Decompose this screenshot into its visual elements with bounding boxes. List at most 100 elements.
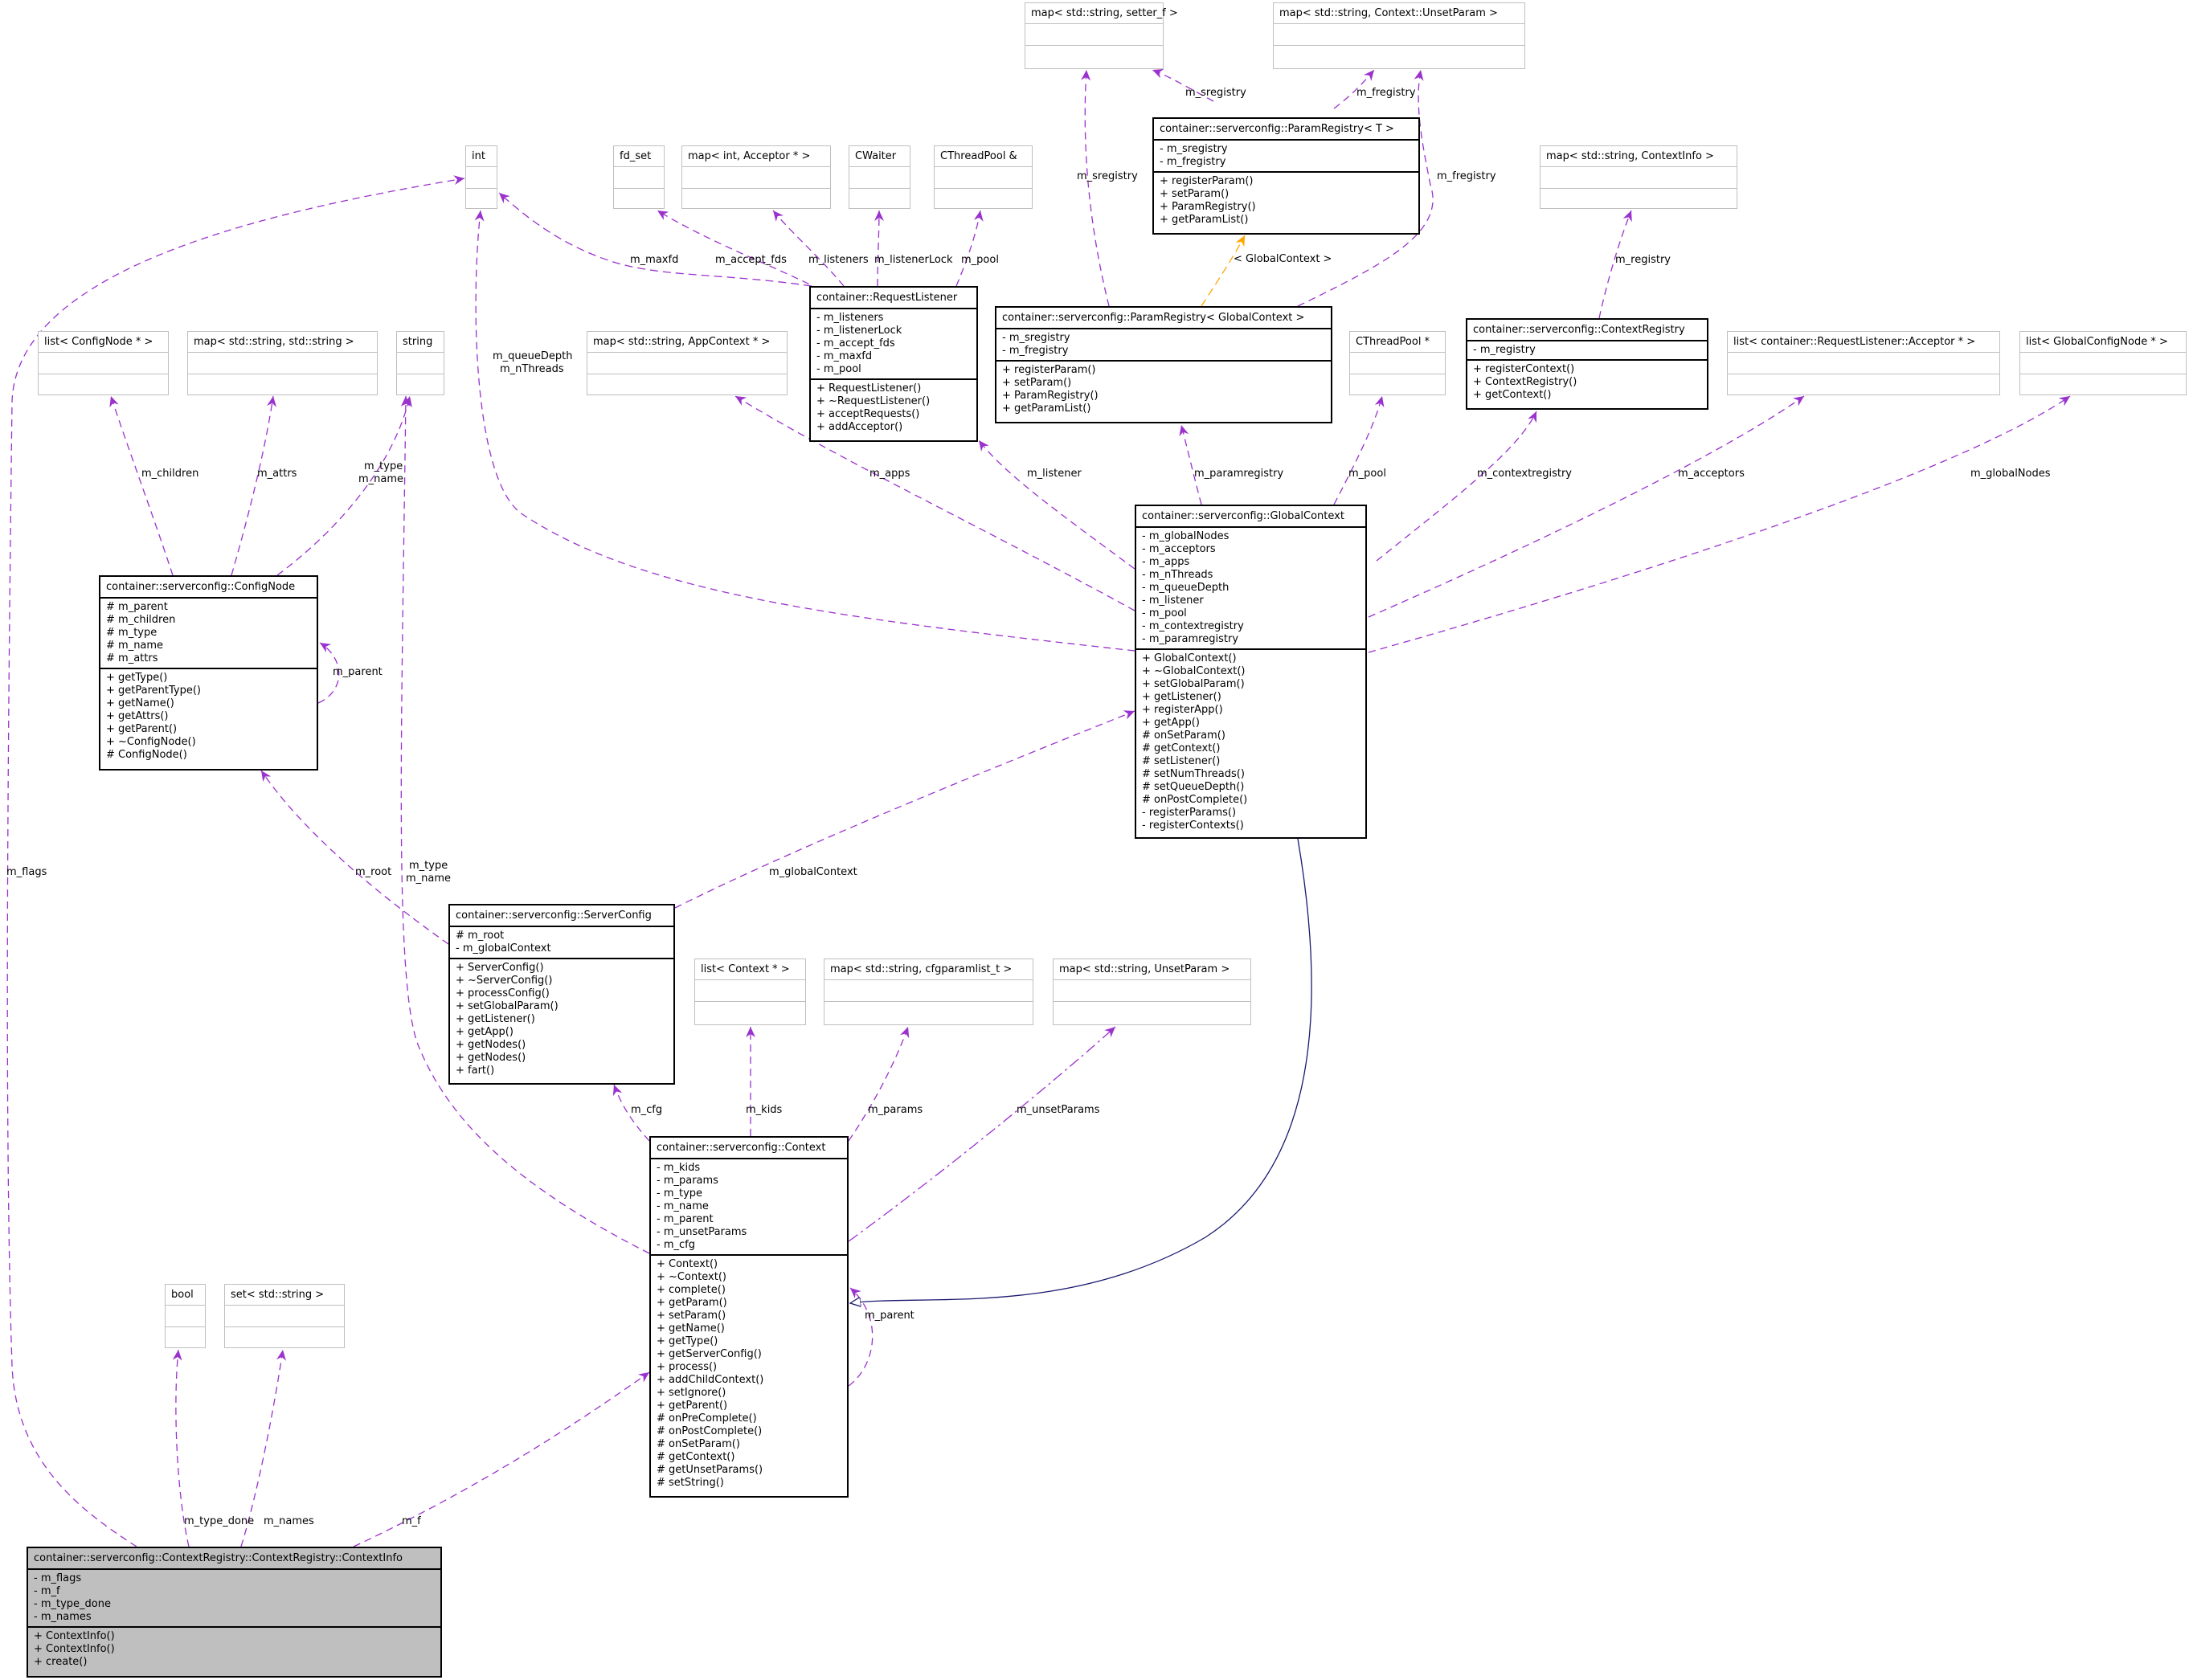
attribute: - m_fregistry [1002, 345, 1069, 357]
class-box-list-confignode[interactable]: list< ConfigNode * > [38, 331, 169, 395]
class-box-string[interactable]: string [396, 331, 444, 395]
method-list: + registerParam() + setParam() + ParamRegi… [996, 360, 1331, 418]
attribute: - m_maxfd [816, 350, 873, 362]
class-box-list-globalconfignode[interactable]: list< GlobalConfigNode * > [2019, 331, 2187, 395]
edge-label-m-queueDepth: m_queueDepth [493, 350, 573, 362]
attribute: - m_accept_fds [816, 337, 895, 349]
class-box-fd-set[interactable]: fd_set [613, 145, 665, 209]
method-list [2020, 374, 2186, 395]
method: + ~Context() [657, 1271, 726, 1283]
method: + ~RequestListener() [816, 395, 931, 407]
method: + getListener() [456, 1013, 535, 1025]
class-box-map-setter[interactable]: map< std::string, setter_f > [1025, 2, 1178, 69]
edge-label-m-listenerLock: m_listenerLock [874, 254, 953, 266]
method: - registerContexts() [1142, 820, 1244, 832]
method: + registerParam() [1002, 364, 1096, 376]
class-box-param-registry-gc[interactable]: container::serverconfig::ParamRegistry< … [995, 306, 1332, 423]
class-title: map< std::string, setter_f > [1031, 7, 1178, 19]
class-box-set-string[interactable]: set< std::string > [224, 1284, 345, 1348]
method: + getParentType() [106, 685, 201, 697]
method: + getListener() [1142, 691, 1221, 703]
edge-m-type-name-ctx [400, 395, 650, 1254]
edge-label-m-accept-fds: m_accept_fds [715, 254, 787, 266]
class-title: container::serverconfig::ParamRegistry< … [1002, 312, 1305, 324]
method: + processConfig() [456, 987, 550, 999]
class-box-param-registry-t[interactable]: container::serverconfig::ParamRegistry< … [1152, 117, 1420, 235]
method-list [1054, 1001, 1250, 1023]
class-box-map-string-string[interactable]: map< std::string, std::string > [187, 331, 378, 395]
class-box-map-acceptor[interactable]: map< int, Acceptor * > [681, 145, 831, 209]
attribute: - m_globalContext [456, 942, 551, 954]
attribute: - m_queueDepth [1142, 582, 1230, 594]
edge-template-arg [1201, 235, 1246, 307]
class-box-map-unset[interactable]: map< std::string, Context::UnsetParam > [1273, 2, 1525, 69]
class-box-bool[interactable]: bool [165, 1284, 206, 1348]
edge-inheritance-context-globalcontext [850, 838, 1312, 1303]
method: + getParamList() [1002, 403, 1091, 415]
method: + setParam() [657, 1310, 726, 1322]
edge-label-m-registry: m_registry [1615, 254, 1671, 266]
class-title: int [472, 150, 485, 162]
class-box-list-context[interactable]: list< Context * > [694, 959, 806, 1025]
method: + getType() [657, 1335, 718, 1347]
method: + ParamRegistry() [1160, 201, 1256, 213]
edge-m-queueDepth-nThreads [474, 210, 1135, 652]
class-box-server-config[interactable]: container::serverconfig::ServerConfig# m… [448, 904, 675, 1085]
method: + RequestListener() [816, 382, 922, 394]
class-box-map-cfgparamlist[interactable]: map< std::string, cfgparamlist_t > [824, 959, 1033, 1025]
edge-label-m-pool-gc: m_pool [1348, 468, 1386, 480]
class-box-map-appcontext[interactable]: map< std::string, AppContext * > [587, 331, 788, 395]
method: # setQueueDepth() [1142, 781, 1245, 793]
attribute-list [1350, 352, 1445, 374]
attribute: - m_pool [816, 363, 861, 375]
edge-label-m-fregistry-top: m_fregistry [1356, 87, 1416, 99]
edge-label-m-root: m_root [355, 866, 392, 878]
edge-m-attrs [231, 395, 277, 576]
class-title: container::serverconfig::ContextRegistry [1473, 324, 1685, 336]
class-box-list-acceptor[interactable]: list< container::RequestListener::Accept… [1727, 331, 2000, 395]
edge-label-m-listener: m_listener [1027, 468, 1082, 480]
attribute: - m_registry [1473, 344, 1536, 356]
method-list: + GlobalContext() + ~GlobalContext() + set… [1136, 648, 1365, 835]
edge-label-m-type-ctx: m_type [409, 860, 448, 872]
class-box-context[interactable]: container::serverconfig::Context - m_kids… [649, 1136, 849, 1498]
attribute: - m_listenerLock [816, 325, 902, 337]
class-title: CThreadPool * [1356, 336, 1430, 348]
class-title: list< Context * > [701, 963, 790, 975]
method: + registerApp() [1142, 704, 1223, 716]
attribute: # m_root [456, 930, 505, 942]
edge-m-unsetParams [848, 1026, 1116, 1242]
method: + getParent() [657, 1400, 728, 1412]
class-box-map-unsetparam[interactable]: map< std::string, UnsetParam > [1053, 959, 1251, 1025]
attribute-list [188, 352, 377, 374]
class-title: container::RequestListener [816, 292, 958, 304]
edge-label-m-flags: m_flags [6, 866, 47, 878]
class-box-config-node[interactable]: container::serverconfig::ConfigNode # m_p… [99, 575, 318, 771]
attribute: - m_parent [657, 1213, 714, 1225]
edge-label-m-paramregistry: m_paramregistry [1194, 468, 1284, 480]
method-list [1274, 45, 1524, 67]
class-box-cwaiter[interactable]: CWaiter [849, 145, 910, 209]
method: + acceptRequests() [816, 408, 920, 420]
class-box-map-contextinfo[interactable]: map< std::string, ContextInfo > [1540, 145, 1737, 209]
method: + ServerConfig() [456, 962, 544, 974]
attribute-list [397, 352, 444, 374]
method-list [397, 374, 444, 395]
class-box-int[interactable]: int [465, 145, 497, 209]
class-box-cthreadpool-ptr[interactable]: CThreadPool * [1349, 331, 1446, 395]
class-box-global-context[interactable]: container::serverconfig::GlobalContext - … [1135, 505, 1367, 839]
class-box-context-info[interactable]: container::serverconfig::ContextRegistry… [27, 1547, 442, 1678]
attribute: # m_type [106, 627, 158, 639]
class-title: container::serverconfig::ServerConfig [456, 909, 652, 922]
attribute-list: # m_parent # m_children # m_type # m_name # … [100, 597, 317, 668]
class-box-request-listener[interactable]: container::RequestListener - m_listeners -… [809, 286, 978, 442]
attribute: - m_sregistry [1002, 332, 1070, 344]
method: + getName() [657, 1322, 725, 1335]
method: + getParam() [657, 1297, 727, 1309]
class-box-context-registry[interactable]: container::serverconfig::ContextRegistry… [1466, 318, 1708, 410]
class-box-cthreadpool-ref[interactable]: CThreadPool & [934, 145, 1033, 209]
edge-m-params [848, 1026, 910, 1142]
method-list [1728, 374, 1999, 395]
edge-label-m-listeners: m_listeners [808, 254, 869, 266]
attribute: - m_sregistry [1160, 143, 1228, 155]
